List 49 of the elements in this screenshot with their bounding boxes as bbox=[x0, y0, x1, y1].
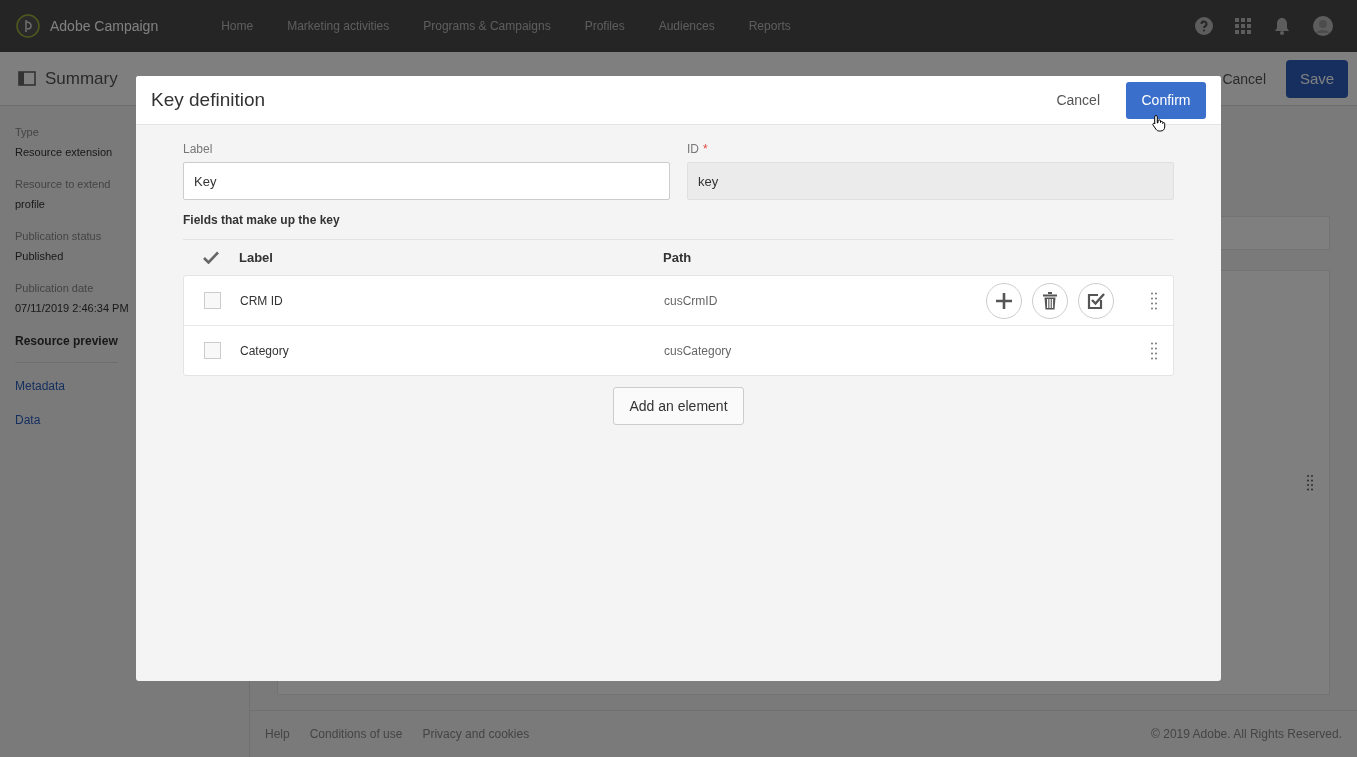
nav-link[interactable]: Profiles bbox=[567, 19, 642, 33]
add-row-button[interactable] bbox=[986, 282, 1022, 319]
nav-link[interactable]: Home bbox=[204, 19, 271, 33]
table-cell-text: Category bbox=[240, 343, 290, 358]
field-label: Label bbox=[183, 142, 214, 156]
brand-name: Adobe Campaign bbox=[50, 18, 159, 34]
drag-handle-icon[interactable] bbox=[1306, 473, 1314, 492]
delete-button[interactable] bbox=[1032, 282, 1068, 319]
table-cell-text: cusCategory bbox=[664, 343, 733, 358]
drag-handle-icon[interactable] bbox=[1150, 341, 1158, 360]
checked-box-icon bbox=[1087, 291, 1105, 310]
table-cell-text: cusCrmID bbox=[664, 293, 719, 308]
dialog-title: Key definition bbox=[151, 89, 267, 111]
plus-icon bbox=[995, 291, 1013, 310]
sidebar-link[interactable]: Data bbox=[15, 413, 41, 427]
help-icon[interactable] bbox=[1195, 17, 1213, 35]
trash-icon bbox=[1043, 291, 1057, 310]
panel-icon[interactable] bbox=[18, 71, 36, 86]
section-title: Resource preview bbox=[15, 334, 118, 363]
page-title: Summary bbox=[45, 68, 118, 89]
property-value: profile bbox=[15, 198, 45, 210]
nav-link[interactable]: Audiences bbox=[641, 19, 732, 33]
table-cell-text: CRM ID bbox=[240, 293, 284, 308]
drag-handle-icon[interactable] bbox=[1150, 291, 1158, 310]
property-value: 07/11/2019 2:46:34 PM bbox=[15, 302, 129, 314]
column-header: Label bbox=[239, 250, 274, 265]
row-checkbox[interactable] bbox=[203, 292, 221, 309]
property-value: Published bbox=[15, 250, 64, 262]
nav-link[interactable]: Marketing activities bbox=[270, 19, 407, 33]
cancel-button[interactable]: Cancel bbox=[1222, 70, 1266, 87]
logo-icon bbox=[16, 14, 40, 38]
cancel-button[interactable]: Cancel bbox=[1050, 91, 1106, 109]
field-label: ID bbox=[687, 142, 699, 156]
add-element-button[interactable]: Add an element bbox=[613, 387, 744, 425]
sidebar-link[interactable]: Metadata bbox=[15, 379, 66, 393]
nav-link[interactable]: Programs & Campaigns bbox=[406, 19, 568, 33]
section-title: Fields that make up the key bbox=[183, 213, 341, 227]
apps-grid-icon[interactable] bbox=[1235, 18, 1251, 34]
avatar-icon[interactable] bbox=[1313, 16, 1333, 36]
required-mark: * bbox=[703, 142, 708, 156]
property-value: Resource extension bbox=[15, 146, 113, 158]
label-input[interactable]: Key bbox=[183, 162, 670, 200]
save-button[interactable]: Save bbox=[1286, 59, 1348, 98]
checkmark-icon[interactable] bbox=[203, 251, 219, 264]
select-all-button[interactable] bbox=[1078, 282, 1114, 319]
column-header: Path bbox=[663, 250, 693, 265]
row-checkbox[interactable] bbox=[203, 342, 221, 359]
nav-link[interactable]: Reports bbox=[731, 19, 808, 33]
bell-icon[interactable] bbox=[1273, 17, 1291, 35]
